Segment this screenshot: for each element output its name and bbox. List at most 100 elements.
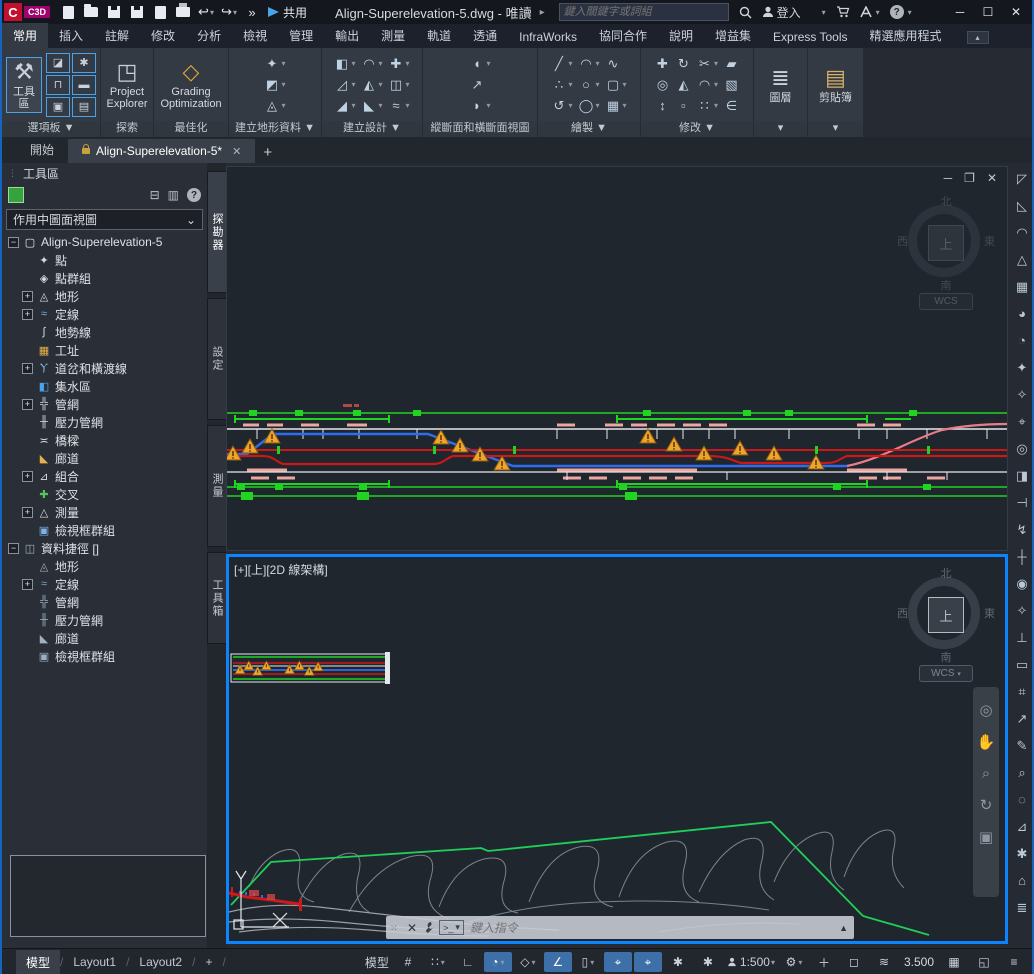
ribbon-tab[interactable]: 說明 [658, 23, 704, 48]
palette-toggle-button[interactable]: ▣ [46, 97, 70, 117]
ribbon-tab[interactable]: 分析 [186, 23, 232, 48]
status-toggle[interactable]: ∷ [424, 952, 452, 972]
modify-tool-icon[interactable]: ↻ [675, 54, 692, 74]
command-line-grip[interactable]: ⁙ [390, 926, 398, 930]
recent-commands-icon[interactable]: >_▾ [439, 920, 464, 935]
layout1-tab[interactable]: Layout1 [63, 951, 126, 973]
panel-label-layers[interactable]: ▾ [754, 121, 807, 137]
create-design-tool-icon[interactable]: ◧ [333, 54, 356, 74]
status-toggle[interactable]: ✱ [694, 952, 722, 972]
maximize-button[interactable]: ☐ [976, 3, 1000, 21]
model-tab[interactable]: 模型 [16, 950, 60, 974]
ground-data-tool-icon[interactable]: ◬ [263, 96, 286, 116]
redo-icon[interactable]: ↪▾ [219, 3, 239, 21]
create-design-tool-icon[interactable]: ◿ [333, 75, 356, 95]
tree-item[interactable]: + ◬ 地形 [4, 287, 205, 305]
transparent-command-icon[interactable]: ◸ [1008, 165, 1034, 192]
grading-optimization-button[interactable]: ◇ Grading Optimization [156, 58, 225, 112]
tree-expand-toggle[interactable]: + [22, 309, 33, 320]
status-tool[interactable]: ≡ [1000, 952, 1028, 972]
modify-tool-icon[interactable]: ▰ [723, 54, 740, 74]
toolspace-tab-4[interactable]: 工具箱 [207, 552, 227, 644]
panel-label-draw[interactable]: 繪製 ▼ [538, 121, 640, 137]
tree-item[interactable]: + ⊿ 組合 [4, 467, 205, 485]
app-store-cart-icon[interactable] [836, 6, 850, 18]
transparent-command-icon[interactable]: ✧ [1008, 597, 1034, 624]
plot-icon[interactable] [173, 3, 193, 21]
transparent-command-icon[interactable]: ⊥ [1008, 624, 1034, 651]
tree-item[interactable]: + ≈ 定線 [4, 305, 205, 323]
ribbon-tab[interactable]: 常用 [2, 23, 48, 48]
command-input[interactable] [468, 920, 839, 936]
layers-button[interactable]: ≣ 圖層 [766, 64, 796, 106]
tree-item[interactable]: − ▢ Align-Superelevation-5 [4, 233, 205, 251]
status-toggle[interactable]: ⌖ [634, 952, 662, 972]
command-line-close-icon[interactable]: ✕ [402, 921, 422, 935]
save-icon[interactable] [104, 3, 124, 21]
transparent-command-icon[interactable]: ◌ [1008, 786, 1034, 813]
toolspace-tab-1[interactable]: 探勘器 [207, 171, 227, 293]
tree-expand-toggle[interactable]: + [22, 579, 33, 590]
create-design-tool-icon[interactable]: ◫ [388, 75, 411, 95]
new-drawing-tab-button[interactable]: + [255, 142, 280, 163]
search-box[interactable] [559, 3, 729, 21]
modify-tool-icon[interactable]: ✚ [654, 54, 671, 74]
layout2-tab[interactable]: Layout2 [129, 951, 192, 973]
tree-item[interactable]: ╬ 管網 [4, 593, 205, 611]
draw-tool-icon[interactable]: ▢ [605, 75, 628, 95]
transparent-command-icon[interactable]: ✎ [1008, 732, 1034, 759]
close-button[interactable]: ✕ [1004, 3, 1028, 21]
tree-item[interactable]: ▣ 檢視框群組 [4, 521, 205, 539]
tree-item[interactable]: ✚ 交叉 [4, 485, 205, 503]
drawing-tab-active[interactable]: Align-Superelevation-5* ✕ [68, 139, 255, 163]
palette-grip[interactable]: ⋮ [8, 168, 18, 179]
toolspace-tab-3[interactable]: 測量 [207, 425, 227, 547]
palette-toggle-button[interactable]: ⊓ [46, 75, 70, 95]
modify-tool-icon[interactable]: ∈ [723, 96, 740, 116]
undo-icon[interactable]: ↩▾ [196, 3, 216, 21]
transparent-command-icon[interactable]: ≣ [1008, 894, 1034, 921]
transparent-command-icon[interactable]: ⌗ [1008, 678, 1034, 705]
panel-label-create-design[interactable]: 建立設計 ▼ [322, 121, 422, 137]
tree-expand-toggle[interactable]: − [8, 543, 19, 554]
status-toggle[interactable]: ∟ [454, 952, 482, 972]
clipboard-button[interactable]: ▤ 剪貼簿 [815, 64, 856, 106]
transparent-command-icon[interactable]: ◠ [1008, 219, 1034, 246]
tree-item[interactable]: ◣ 廊道 [4, 449, 205, 467]
transparent-command-icon[interactable]: ◉ [1008, 570, 1034, 597]
model-space-toggle[interactable]: 模型 [362, 952, 392, 972]
toolspace-button[interactable]: ⚒ 工具區 [6, 57, 42, 113]
draw-tool-icon[interactable]: ◯ [577, 96, 600, 116]
new-layout-button[interactable]: + [195, 951, 222, 973]
transparent-command-icon[interactable]: ▦ [1008, 273, 1034, 300]
transparent-command-icon[interactable]: ◔ [1008, 327, 1034, 354]
transparent-command-icon[interactable]: ◕ [1008, 300, 1034, 327]
tree-item[interactable]: + ≈ 定線 [4, 575, 205, 593]
autodesk-app-icon[interactable]: ▾ [860, 6, 880, 18]
palette-toggle-button[interactable]: ✱ [72, 53, 96, 73]
item-view-icon[interactable]: ⊟ [150, 188, 160, 202]
draw-tool-icon[interactable]: ↺ [550, 96, 573, 116]
search-icon[interactable] [739, 6, 752, 19]
viewport-top[interactable]: ─ ❐ ✕ 北 南 西 東 上 WCS [226, 166, 1008, 551]
tree-expand-toggle[interactable]: − [8, 237, 19, 248]
help-icon[interactable]: ?▾ [890, 5, 912, 19]
minimize-button[interactable]: ─ [948, 3, 972, 21]
transparent-command-icon[interactable]: ✱ [1008, 840, 1034, 867]
tree-item[interactable]: ◬ 地形 [4, 557, 205, 575]
transparent-command-icon[interactable]: ✦ [1008, 354, 1034, 381]
modify-tool-icon[interactable]: ▧ [723, 75, 740, 95]
ribbon-tab[interactable]: 管理 [278, 23, 324, 48]
plan-view-canvas[interactable] [229, 557, 1003, 939]
ground-data-tool-icon[interactable]: ✦ [263, 54, 286, 74]
status-tool[interactable]: ⚙ [780, 952, 808, 972]
tree-expand-toggle[interactable]: + [22, 507, 33, 518]
modify-tool-icon[interactable]: ▫ [675, 96, 692, 116]
tree-item[interactable]: − ◫ 資料捷徑 [] [4, 539, 205, 557]
ribbon-collapse-button[interactable]: ▴ [967, 31, 989, 44]
ribbon-tab[interactable]: 插入 [48, 23, 94, 48]
ribbon-tab[interactable]: 檢視 [232, 23, 278, 48]
tree-item[interactable]: + Ⲩ 道岔和橫渡線 [4, 359, 205, 377]
ribbon-tab[interactable]: 修改 [140, 23, 186, 48]
transparent-command-icon[interactable]: ⌖ [1008, 408, 1034, 435]
